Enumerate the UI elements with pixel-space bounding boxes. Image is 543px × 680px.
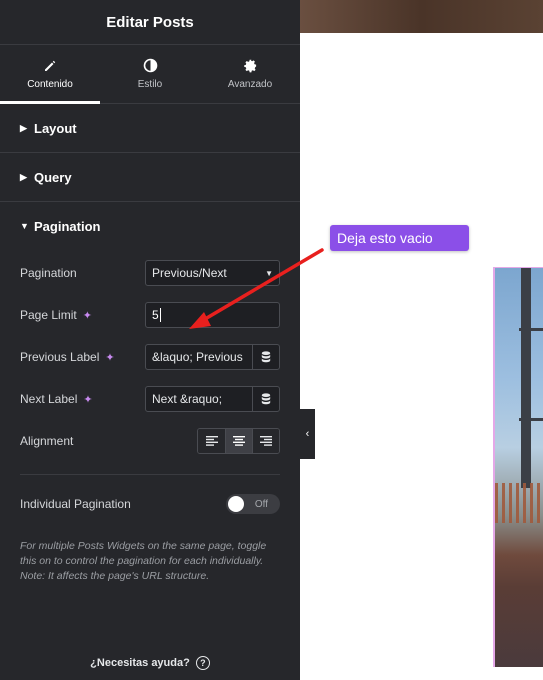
editor-panel: Editar Posts Contenido Estilo Avanzado ▶… (0, 0, 300, 680)
bridge-railing (495, 483, 543, 523)
database-icon[interactable] (252, 345, 279, 369)
pagination-row: Pagination Previous/Next ▼ (20, 252, 280, 294)
database-icon[interactable] (252, 387, 279, 411)
help-label: ¿Necesitas ayuda? (90, 657, 190, 669)
screen: Editar Posts Contenido Estilo Avanzado ▶… (0, 0, 543, 680)
section-query-label: Query (34, 169, 72, 185)
previous-label-input[interactable]: &laquo; Previous (145, 344, 280, 370)
align-left-icon (205, 436, 218, 446)
pagination-select-value: Previous/Next (152, 266, 227, 280)
section-layout-header[interactable]: ▶ Layout (0, 104, 300, 152)
page-limit-row: Page Limit ✦ 5 (20, 294, 280, 336)
next-label-value: Next &raquo; (152, 392, 223, 406)
previous-label-row: Previous Label ✦ &laquo; Previous (20, 336, 280, 378)
collapse-panel-button[interactable]: ‹ (300, 409, 315, 459)
align-right-button[interactable] (252, 429, 279, 453)
ai-sparkle-icon[interactable]: ✦ (83, 309, 92, 322)
preview-post-image[interactable] (493, 267, 543, 667)
pencil-icon (43, 59, 57, 73)
gear-icon (243, 58, 258, 73)
caret-right-icon: ▶ (20, 171, 27, 182)
question-icon: ? (195, 656, 210, 670)
section-pagination: ▼ Pagination Pagination Previous/Next ▼ … (0, 202, 300, 584)
chevron-left-icon: ‹ (305, 428, 310, 440)
pagination-select[interactable]: Previous/Next ▼ (145, 260, 280, 286)
pagination-note: For multiple Posts Widgets on the same p… (20, 540, 267, 582)
caret-right-icon: ▶ (20, 122, 27, 133)
previous-label-label: Previous Label (20, 350, 100, 364)
previous-label-value: &laquo; Previous (152, 350, 243, 364)
page-limit-label-wrap: Page Limit ✦ (20, 308, 92, 322)
divider (20, 474, 280, 475)
panel-title: Editar Posts (0, 0, 300, 45)
toggle-state: Off (254, 498, 268, 510)
section-pagination-header[interactable]: ▼ Pagination (0, 202, 300, 250)
ai-sparkle-icon[interactable]: ✦ (83, 393, 92, 406)
bridge-tower (521, 268, 531, 488)
individual-pagination-row: Individual Pagination Off (20, 483, 280, 525)
panel-tabs: Contenido Estilo Avanzado (0, 45, 300, 104)
next-label-label: Next Label (20, 392, 78, 406)
annotation-callout: Deja esto vacio (330, 225, 469, 251)
section-pagination-label: Pagination (34, 218, 101, 234)
caret-down-icon: ▼ (20, 221, 29, 231)
page-limit-value: 5 (152, 308, 159, 322)
section-query[interactable]: ▶ Query (0, 153, 300, 202)
next-label-wrap: Next Label ✦ (20, 392, 93, 406)
tab-avanzado[interactable]: Avanzado (200, 45, 300, 103)
toggle-knob (228, 496, 244, 512)
align-center-button[interactable] (225, 429, 252, 453)
chevron-down-icon: ▼ (265, 268, 273, 278)
align-right-icon (260, 436, 272, 446)
next-label-input[interactable]: Next &raquo; (145, 386, 280, 412)
next-label-row: Next Label ✦ Next &raquo; (20, 378, 280, 420)
preview-top-image (300, 0, 543, 33)
individual-pagination-toggle[interactable]: Off (226, 494, 280, 514)
bridge-crossbar (519, 328, 543, 331)
tab-estilo[interactable]: Estilo (100, 45, 200, 103)
tab-contenido[interactable]: Contenido (0, 45, 100, 104)
align-left-button[interactable] (198, 429, 225, 453)
previous-label-wrap: Previous Label ✦ (20, 350, 115, 364)
page-limit-label: Page Limit (20, 308, 77, 322)
tab-label: Estilo (137, 79, 163, 90)
alignment-buttons (197, 428, 280, 454)
individual-pagination-label: Individual Pagination (20, 497, 131, 511)
tab-label: Contenido (27, 78, 73, 90)
page-limit-input[interactable]: 5 (145, 302, 280, 328)
pagination-label: Pagination (20, 266, 77, 280)
section-query-header[interactable]: ▶ Query (0, 153, 300, 201)
pagination-controls: Pagination Previous/Next ▼ Page Limit ✦ … (0, 250, 300, 584)
align-center-icon (233, 436, 245, 446)
help-link[interactable]: ¿Necesitas ayuda? ? (0, 656, 300, 670)
tab-label: Avanzado (227, 79, 273, 90)
text-cursor (159, 308, 161, 322)
alignment-label: Alignment (20, 434, 74, 448)
section-layout[interactable]: ▶ Layout (0, 104, 300, 153)
alignment-row: Alignment (20, 420, 280, 462)
ai-sparkle-icon[interactable]: ✦ (105, 351, 114, 364)
section-layout-label: Layout (34, 120, 77, 136)
bridge-crossbar (519, 418, 543, 421)
half-circle-icon (143, 58, 158, 73)
